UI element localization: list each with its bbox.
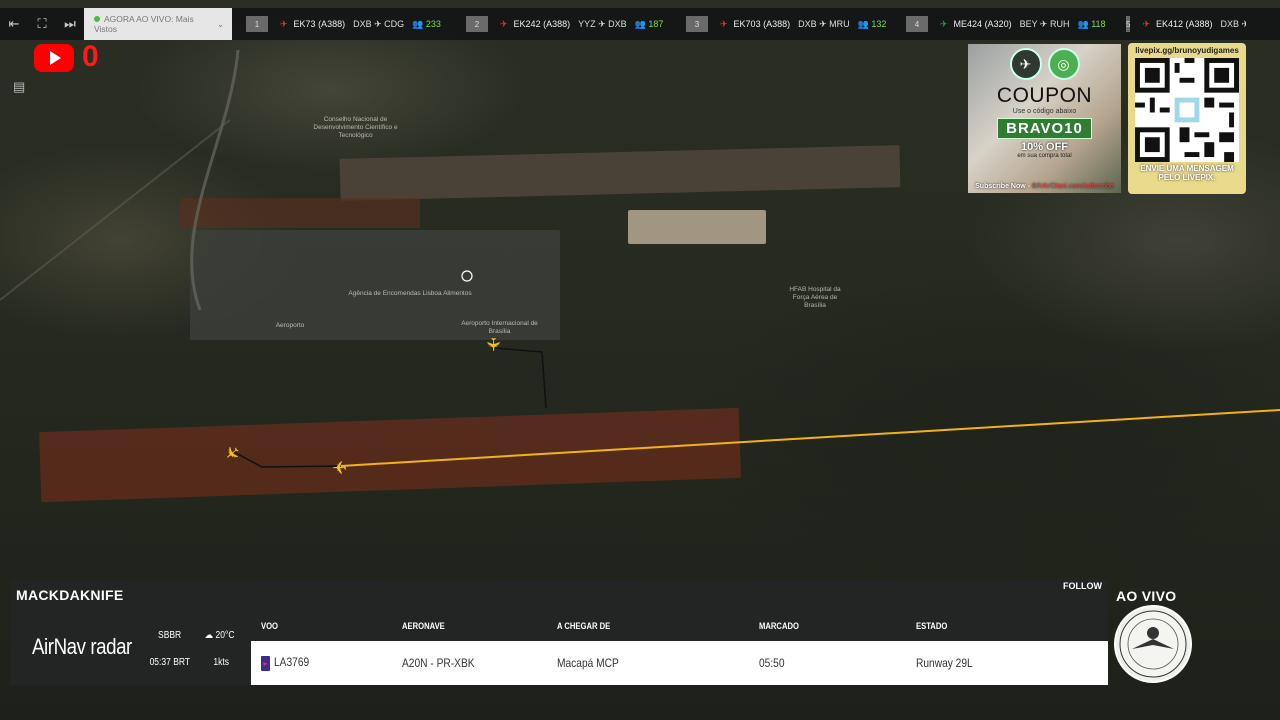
coupon-ad: ✈ ◎ COUPON Use o código abaixo BRAVO10 1… <box>968 44 1121 193</box>
ticker-route: DXB ✈ MRU <box>798 18 850 29</box>
coupon-code: BRAVO10 <box>997 118 1092 139</box>
col-estado: ESTADO <box>916 620 948 631</box>
flight-ticker: 1 ✈ EK73 (A388) DXB ✈ CDG 👥 233 2 ✈ EK24… <box>246 16 1246 32</box>
taxi-path-runway <box>233 451 342 468</box>
ticker-item[interactable]: 2 ✈ EK242 (A388) YYZ ✈ DXB 👥 187 <box>466 16 686 32</box>
live-dot-icon <box>94 16 100 22</box>
skip-icon[interactable]: ⏭ <box>56 8 84 40</box>
ticker-pax: 👥 118 <box>1077 18 1106 29</box>
ticker-rank: 5 <box>1126 16 1131 32</box>
sidebar-toggle-icon[interactable]: ⇤ <box>0 8 28 40</box>
local-time: 05:37 BRT <box>149 657 191 668</box>
channel-badge-icon <box>1114 605 1192 683</box>
col-voo: VOO <box>261 620 279 631</box>
livepix-message: ENVIE UMA MENSAGEM PELO LIVEPIX. <box>1140 164 1234 182</box>
table-row[interactable]: ▸ LA3769 A20N - PR-XBK Macapá MCP 05:50 R… <box>251 641 1108 685</box>
ticker-item[interactable]: 1 ✈ EK73 (A388) DXB ✈ CDG 👥 233 <box>246 16 466 32</box>
taxi-path <box>494 347 547 409</box>
plane-icon: ✈ <box>280 18 288 29</box>
top-bar: ⇤ ⛶ ⏭ AGORA AO VIVO: Mais Vistos ⌄ 1 ✈ E… <box>0 8 1280 40</box>
ticker-rank: 4 <box>906 16 928 32</box>
plane-icon: ✈ <box>500 18 508 29</box>
col-a-chegar-de: A CHEGAR DE <box>557 620 611 631</box>
target-logo-icon: ◎ <box>1047 48 1080 80</box>
map-label: Aeroporto Internacional de Brasília <box>461 320 538 335</box>
origin: Macapá MCP <box>557 656 619 670</box>
ticker-rank: 1 <box>246 16 268 32</box>
flight-info-panel: MACKDAKNIFE FOLLOW AirNav radar SBBR 05:… <box>10 579 1108 685</box>
chevron-down-icon: ⌄ <box>216 18 224 29</box>
airplane-icon[interactable]: ✈ <box>482 337 503 352</box>
road-curve <box>190 49 240 311</box>
fullscreen-icon[interactable]: ⛶ <box>28 8 56 40</box>
col-marcado: MARCADO <box>759 620 799 631</box>
map-label: Aeroporto <box>275 322 305 329</box>
ticker-route: DXB ✈ CDG <box>353 18 405 29</box>
airnav-logo: AirNav radar <box>32 634 132 659</box>
cloud-icon: ☁ <box>204 630 214 641</box>
flight-number: LA3769 <box>274 655 310 670</box>
ticker-code: EK703 (A388) <box>733 19 791 29</box>
ticker-rank: 3 <box>686 16 708 32</box>
ticker-item[interactable]: 3 ✈ EK703 (A388) DXB ✈ MRU 👥 132 <box>686 16 906 32</box>
flight-track-line <box>340 409 1280 467</box>
map-label: HFAB Hospital da Força Aérea de Brasília <box>789 286 841 309</box>
airport-code: SBBR <box>158 630 182 641</box>
ticker-pax: 👥 187 <box>634 18 664 29</box>
ticker-code: EK242 (A388) <box>513 19 571 29</box>
airplane-icon[interactable]: ✈ <box>332 456 347 477</box>
ticker-pax: 👥 132 <box>857 18 887 29</box>
livepix-url: livepix.gg/brunoyudigames <box>1135 46 1239 55</box>
layers-icon[interactable]: ▤ <box>13 79 25 95</box>
temperature: ☁ 20°C <box>204 630 235 641</box>
coupon-subscribe: Subscribe Now - BRAVOtaxi.com/subscribe <box>975 183 1114 190</box>
aircraft: A20N - PR-XBK <box>402 656 475 670</box>
location-pin-icon <box>461 270 473 282</box>
table-header: VOO AERONAVE A CHEGAR DE MARCADO ESTADO <box>251 610 1108 641</box>
ticker-code: ME424 (A320) <box>953 19 1012 29</box>
ticker-rank: 2 <box>466 16 488 32</box>
ticker-route: DXB ✈ <box>1220 18 1246 29</box>
coupon-title: COUPON <box>996 84 1093 107</box>
coupon-desc: Use o código abaixo <box>1012 108 1077 115</box>
qr-code-icon <box>1135 58 1239 162</box>
follow-button[interactable]: FOLLOW <box>1063 581 1102 591</box>
coupon-discount: 10% OFF <box>1020 141 1069 153</box>
bravo-logo-icon: ✈ <box>1009 48 1042 80</box>
livepix-qr: livepix.gg/brunoyudigames ENVIE UMA MENS… <box>1128 43 1246 194</box>
youtube-icon <box>34 44 74 72</box>
ticker-pax: 👥 233 <box>412 18 441 29</box>
scheduled-time: 05:50 <box>759 656 785 670</box>
col-aeronave: AERONAVE <box>402 620 445 631</box>
coupon-note: em sua compra total <box>1017 153 1072 159</box>
airnav-brand: AirNav radar SBBR 05:37 BRT ☁ 20°C 1kts <box>10 610 251 685</box>
streamer-name: MACKDAKNIFE <box>16 586 124 603</box>
ticker-route: BEY ✈ RUH <box>1019 18 1070 29</box>
ticker-code: EK412 (A388) <box>1156 19 1213 29</box>
ticker-route: YYZ ✈ DXB <box>578 18 627 29</box>
flight-table: VOO AERONAVE A CHEGAR DE MARCADO ESTADO … <box>251 610 1108 685</box>
flight-status: Runway 29L <box>916 656 973 670</box>
map-label: Conselho Nacional de Desenvolvimento Cie… <box>313 116 398 139</box>
map-label: Agência de Encomendas Lisboa Alimentos <box>348 290 472 297</box>
wind-speed: 1kts <box>213 657 229 668</box>
live-select[interactable]: AGORA AO VIVO: Mais Vistos ⌄ <box>84 8 232 40</box>
ticker-code: EK73 (A388) <box>293 19 346 29</box>
plane-icon: ✈ <box>1142 18 1150 29</box>
live-select-label: AGORA AO VIVO: Mais Vistos <box>94 14 194 34</box>
live-label: AO VIVO <box>1116 588 1177 604</box>
plane-icon: ✈ <box>940 18 948 29</box>
youtube-counter: 0 <box>82 40 99 73</box>
airline-logo-icon: ▸ <box>261 655 270 671</box>
ticker-item[interactable]: 4 ✈ ME424 (A320) BEY ✈ RUH 👥 118 <box>906 16 1126 32</box>
ticker-item[interactable]: 5 ✈ EK412 (A388) DXB ✈ <box>1126 16 1246 32</box>
plane-icon: ✈ <box>720 18 728 29</box>
road-diagonal <box>0 119 231 301</box>
